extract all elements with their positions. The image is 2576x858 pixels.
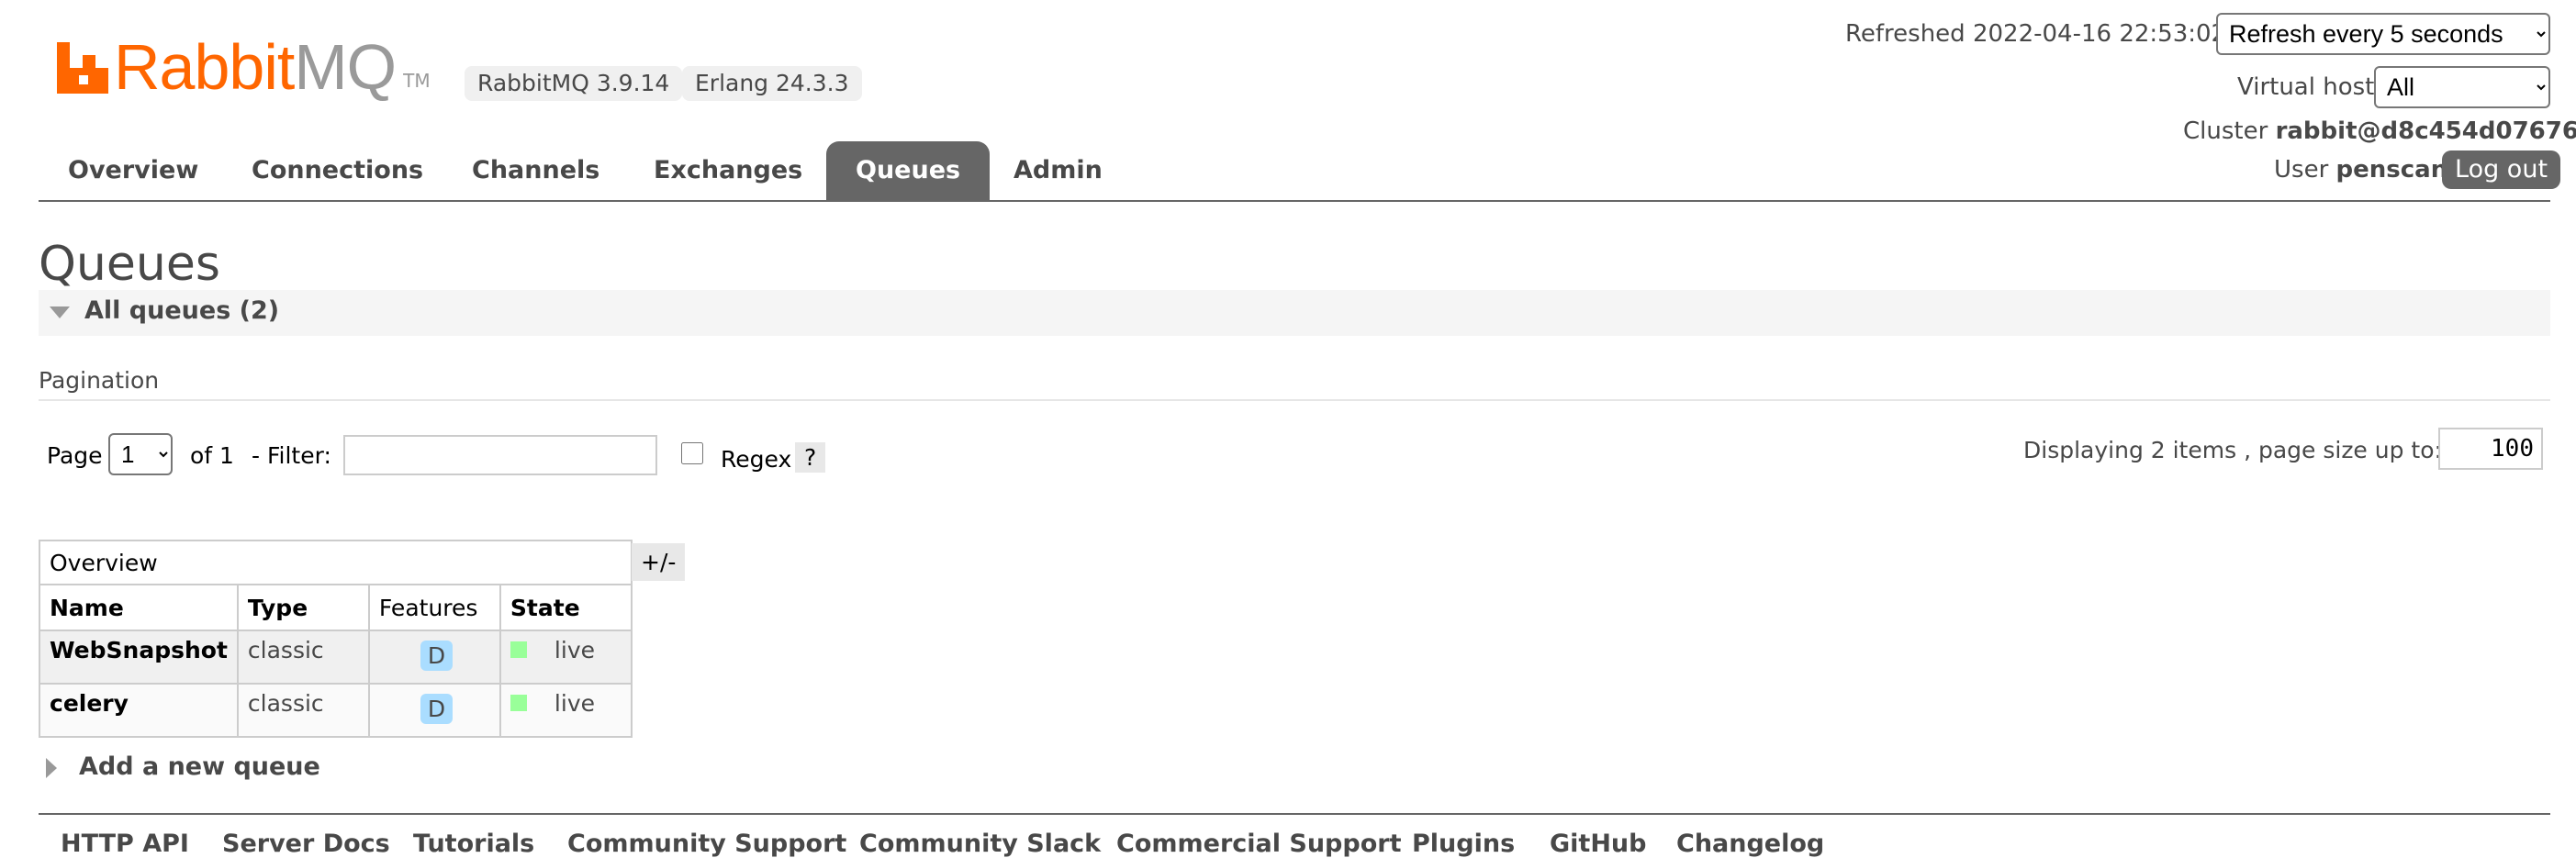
page-label: Page <box>47 442 103 469</box>
logo-word-mq: MQ <box>294 31 397 103</box>
state-live-indicator-icon <box>510 695 527 711</box>
footer-link-community-support[interactable]: Community Support <box>567 830 846 858</box>
footer-link-plugins[interactable]: Plugins <box>1412 830 1515 858</box>
queue-features-cell: D <box>367 683 501 738</box>
queue-type: classic <box>236 630 370 685</box>
logo-word-rabbit: Rabbit <box>114 31 295 103</box>
all-queues-section-header[interactable]: All queues (2) <box>39 290 2550 336</box>
queues-table: Overview Name Type Features State WebSna… <box>39 540 633 738</box>
tab-exchanges[interactable]: Exchanges <box>624 141 832 200</box>
tab-queues[interactable]: Queues <box>826 141 991 200</box>
queue-type: classic <box>236 683 370 738</box>
column-header-name[interactable]: Name <box>39 584 239 631</box>
displaying-items-label: Displaying 2 items , page size up to: <box>2023 437 2442 463</box>
footer-link-tutorials[interactable]: Tutorials <box>413 830 534 858</box>
tab-overview[interactable]: Overview <box>39 141 228 200</box>
regex-help-button[interactable]: ? <box>795 442 826 473</box>
column-header-state[interactable]: State <box>498 584 633 631</box>
all-queues-label: All queues (2) <box>84 296 280 325</box>
virtual-host-label: Virtual host <box>2237 73 2375 101</box>
erlang-version-badge: Erlang 24.3.3 <box>682 66 862 101</box>
column-header-features[interactable]: Features <box>367 584 501 631</box>
queue-features-cell: D <box>367 630 501 685</box>
footer-link-server-docs[interactable]: Server Docs <box>222 830 390 858</box>
page-title: Queues <box>39 237 220 292</box>
footer-link-commercial-support[interactable]: Commercial Support <box>1116 830 1402 858</box>
regex-label: Regex <box>721 446 792 473</box>
table-row: celery classic D live <box>39 683 633 738</box>
state-live-indicator-icon <box>510 641 527 658</box>
queue-state-cell: live <box>498 630 633 685</box>
filter-input[interactable] <box>343 435 657 475</box>
tab-connections[interactable]: Connections <box>222 141 453 200</box>
queue-name-link[interactable]: celery <box>39 683 239 738</box>
rabbit-logo-icon <box>57 42 108 94</box>
queue-state: live <box>554 637 595 663</box>
tab-channels[interactable]: Channels <box>442 141 629 200</box>
queue-state: live <box>554 690 595 717</box>
virtual-host-select[interactable]: All <box>2374 66 2550 108</box>
expand-triangle-icon <box>46 757 57 778</box>
rabbitmq-version-badge: RabbitMQ 3.9.14 <box>465 66 683 101</box>
rabbitmq-logo[interactable]: Rabbit MQ TM <box>57 33 431 99</box>
refreshed-timestamp: Refreshed 2022-04-16 22:53:02 <box>1845 20 2227 48</box>
footer-link-http-api[interactable]: HTTP API <box>61 830 189 858</box>
add-new-queue-section-header[interactable]: Add a new queue <box>46 752 320 781</box>
table-group-header: Overview <box>39 540 633 585</box>
page-size-input[interactable] <box>2438 428 2543 470</box>
footer-link-changelog[interactable]: Changelog <box>1676 830 1824 858</box>
footer-link-github[interactable]: GitHub <box>1550 830 1646 858</box>
tab-admin[interactable]: Admin <box>984 141 1132 200</box>
queue-name-link[interactable]: WebSnapshot <box>39 630 239 685</box>
footer-link-community-slack[interactable]: Community Slack <box>859 830 1101 858</box>
durable-feature-badge: D <box>420 641 454 671</box>
column-toggle-button[interactable]: +/- <box>632 543 686 581</box>
footer-divider <box>39 813 2550 815</box>
durable-feature-badge: D <box>420 694 454 724</box>
logo-trademark: TM <box>403 70 431 92</box>
filter-label: - Filter: <box>252 442 331 469</box>
main-nav: Overview Connections Channels Exchanges … <box>39 141 2550 202</box>
refresh-interval-select[interactable]: Refresh every 5 seconds <box>2216 13 2550 55</box>
queue-state-cell: live <box>498 683 633 738</box>
page-count-label: of 1 <box>190 442 234 469</box>
page-select[interactable]: 1 <box>108 433 173 475</box>
pagination-heading: Pagination <box>39 367 160 394</box>
regex-checkbox[interactable] <box>681 442 703 464</box>
collapse-triangle-icon <box>50 306 70 318</box>
table-row: WebSnapshot classic D live <box>39 630 633 685</box>
column-header-type[interactable]: Type <box>236 584 370 631</box>
pagination-divider <box>39 399 2550 401</box>
add-new-queue-label: Add a new queue <box>79 752 320 781</box>
